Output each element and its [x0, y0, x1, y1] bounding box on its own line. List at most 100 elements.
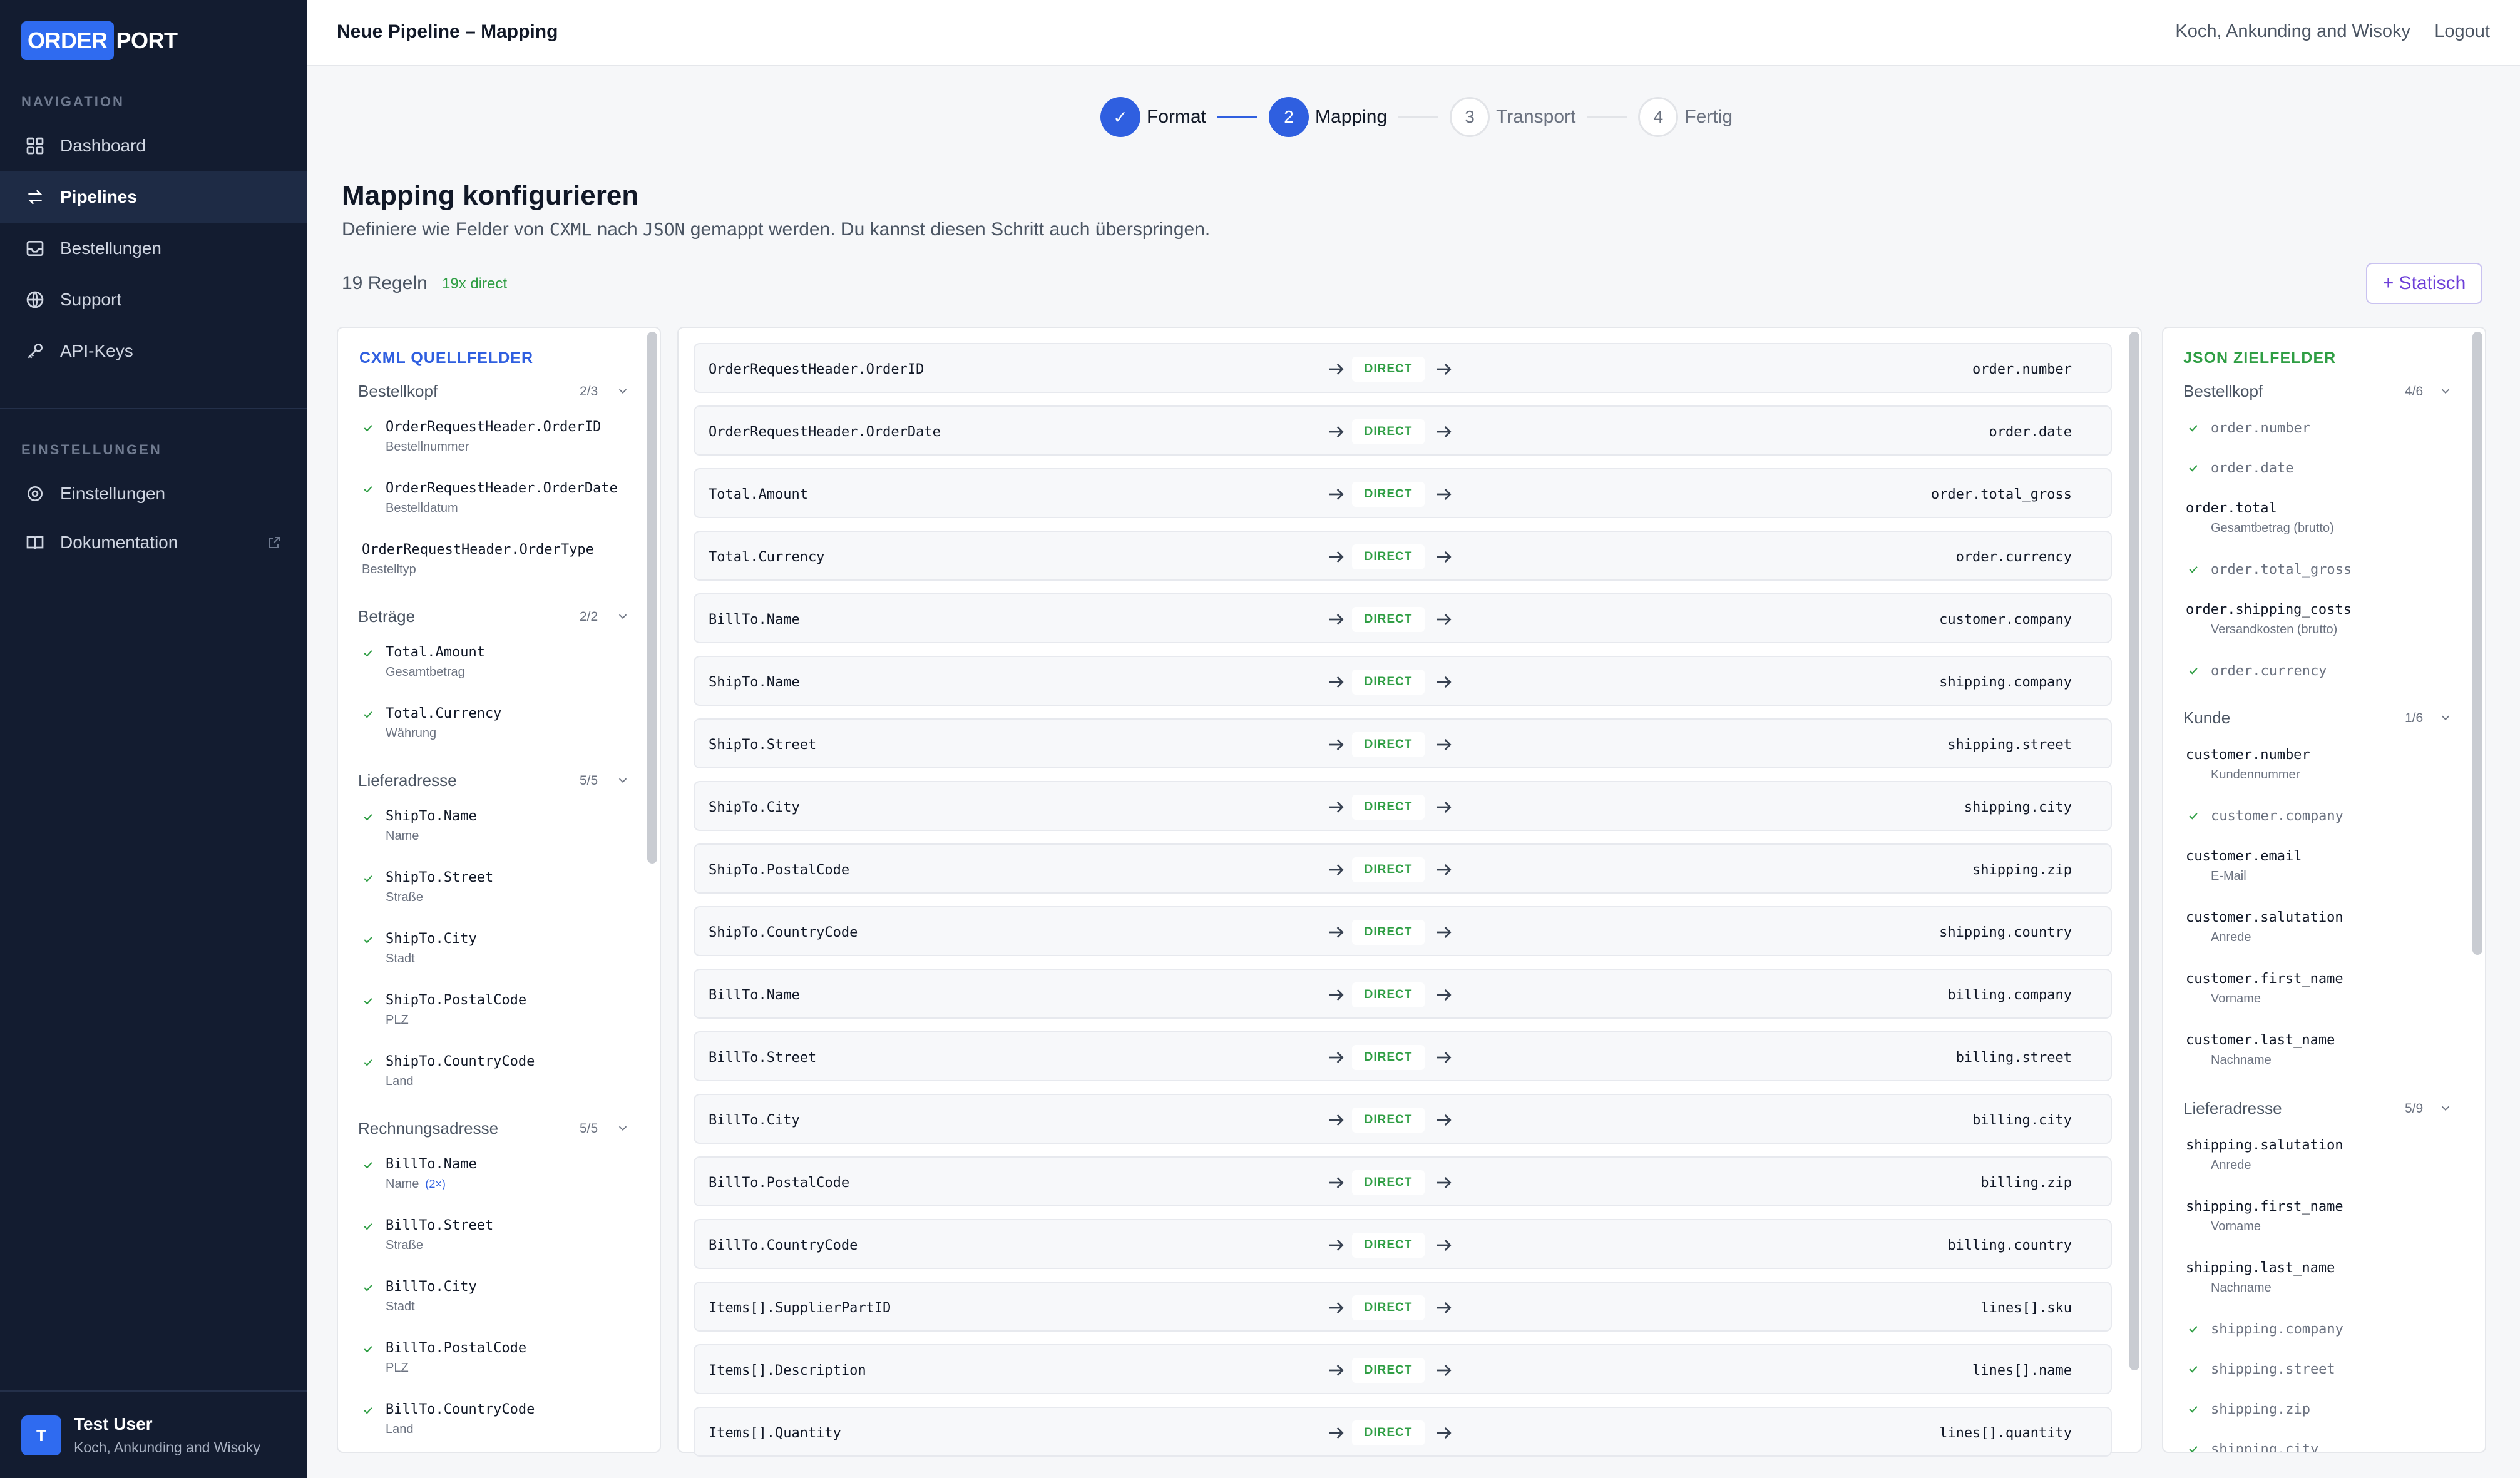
target-field[interactable]: customer.email E-Mail — [2186, 849, 2302, 884]
target-field[interactable]: customer.first_name Vorname — [2186, 971, 2343, 1006]
source-group-lieferadresse[interactable]: Lieferadresse 5/5 — [358, 771, 660, 790]
target-scrollbar[interactable] — [2472, 332, 2482, 955]
mapping-type-badge[interactable]: DIRECT — [1352, 419, 1425, 444]
mapping-row[interactable]: OrderRequestHeader.OrderDate DIRECT order.… — [694, 405, 2112, 456]
source-field[interactable]: BillTo.CountryCode Land — [364, 1402, 535, 1437]
source-group-betr-ge[interactable]: Beträge 2/2 — [358, 607, 660, 626]
target-field[interactable]: order.number — [2189, 420, 2310, 436]
step-transport[interactable]: 3 Transport — [1450, 97, 1575, 137]
mapping-type-badge[interactable]: DIRECT — [1352, 1045, 1425, 1070]
target-field[interactable]: shipping.street — [2189, 1362, 2335, 1377]
mapping-type-badge[interactable]: DIRECT — [1352, 795, 1425, 820]
target-group-lieferadresse[interactable]: Lieferadresse 5/9 — [2183, 1099, 2485, 1118]
source-field[interactable]: BillTo.Street Straße — [364, 1218, 493, 1253]
sidebar-item-dokumentation[interactable]: Dokumentation — [0, 517, 307, 568]
mapping-row[interactable]: BillTo.Name DIRECT customer.company — [694, 593, 2112, 643]
step-mapping[interactable]: 2 Mapping — [1269, 97, 1387, 137]
source-field[interactable]: ShipTo.Name Name — [364, 808, 477, 843]
source-group-rechnungsadresse[interactable]: Rechnungsadresse 5/5 — [358, 1119, 660, 1138]
field-description: Straße — [386, 1238, 424, 1252]
mapping-row[interactable]: BillTo.PostalCode DIRECT billing.zip — [694, 1156, 2112, 1206]
logout-link[interactable]: Logout — [2434, 21, 2490, 42]
target-group-bestellkopf[interactable]: Bestellkopf 4/6 — [2183, 382, 2485, 401]
target-field[interactable]: customer.number Kundennummer — [2186, 747, 2310, 782]
mapping-type-badge[interactable]: DIRECT — [1352, 1420, 1425, 1445]
source-field[interactable]: OrderRequestHeader.OrderID Bestellnummer — [364, 419, 601, 454]
mapping-type-badge[interactable]: DIRECT — [1352, 1295, 1425, 1320]
target-field[interactable]: shipping.company — [2189, 1322, 2343, 1337]
source-field[interactable]: Total.Currency Währung — [364, 706, 501, 741]
section-description: Definiere wie Felder von CXML nach JSON … — [342, 219, 1211, 240]
target-field[interactable]: order.total_gross — [2189, 562, 2352, 578]
target-field[interactable]: shipping.last_name Nachname — [2186, 1260, 2335, 1295]
source-field[interactable]: BillTo.City Stadt — [364, 1279, 477, 1314]
mapping-type-badge[interactable]: DIRECT — [1352, 357, 1425, 382]
step-fertig[interactable]: 4 Fertig — [1638, 97, 1733, 137]
source-field[interactable]: BillTo.PostalCode PLZ — [364, 1340, 526, 1375]
target-path: order.total_gross — [1930, 487, 2072, 502]
target-field[interactable]: shipping.zip — [2189, 1402, 2310, 1417]
mapping-type-badge[interactable]: DIRECT — [1352, 1358, 1425, 1383]
source-field[interactable]: ShipTo.PostalCode PLZ — [364, 992, 526, 1027]
sidebar-item-bestellungen[interactable]: Bestellungen — [0, 223, 307, 274]
mapping-row[interactable]: ShipTo.Name DIRECT shipping.company — [694, 656, 2112, 706]
target-field[interactable]: order.total Gesamtbetrag (brutto) — [2186, 501, 2334, 536]
mapping-row[interactable]: Total.Amount DIRECT order.total_gross — [694, 468, 2112, 518]
mapping-type-badge[interactable]: DIRECT — [1352, 1170, 1425, 1195]
mapping-row[interactable]: OrderRequestHeader.OrderID DIRECT order.nu… — [694, 343, 2112, 393]
mapping-row[interactable]: BillTo.Street DIRECT billing.street — [694, 1031, 2112, 1081]
mapping-row[interactable]: ShipTo.City DIRECT shipping.city — [694, 781, 2112, 831]
mapping-type-badge[interactable]: DIRECT — [1352, 920, 1425, 945]
mapping-type-badge[interactable]: DIRECT — [1352, 732, 1425, 757]
source-field[interactable]: ShipTo.CountryCode Land — [364, 1054, 535, 1089]
target-field[interactable]: customer.last_name Nachname — [2186, 1032, 2335, 1068]
sidebar-item-dashboard[interactable]: Dashboard — [0, 120, 307, 171]
mapping-row[interactable]: ShipTo.Street DIRECT shipping.street — [694, 718, 2112, 768]
mapping-type-badge[interactable]: DIRECT — [1352, 607, 1425, 632]
source-field[interactable]: OrderRequestHeader.OrderType Bestelltyp — [362, 542, 594, 577]
sidebar-item-pipelines[interactable]: Pipelines — [0, 171, 307, 223]
source-group-bestellkopf[interactable]: Bestellkopf 2/3 — [358, 382, 660, 401]
target-field[interactable]: order.shipping_costs Versandkosten (brutt… — [2186, 602, 2352, 637]
target-field[interactable]: shipping.salutation Anrede — [2186, 1138, 2343, 1173]
mapping-row[interactable]: BillTo.City DIRECT billing.city — [694, 1094, 2112, 1144]
mapping-type-badge[interactable]: DIRECT — [1352, 1108, 1425, 1133]
target-field[interactable]: shipping.first_name Vorname — [2186, 1199, 2343, 1234]
target-field[interactable]: customer.salutation Anrede — [2186, 910, 2343, 945]
target-field[interactable]: customer.company — [2189, 808, 2343, 824]
mapping-scrollbar[interactable] — [2129, 332, 2139, 1370]
mapping-row[interactable]: BillTo.CountryCode DIRECT billing.country — [694, 1219, 2112, 1269]
user-card[interactable]: T Test User Koch, Ankunding and Wisoky — [0, 1390, 307, 1478]
target-group-kunde[interactable]: Kunde 1/6 — [2183, 708, 2485, 728]
target-field[interactable]: shipping.city — [2189, 1442, 2318, 1452]
company-name[interactable]: Koch, Ankunding and Wisoky — [2175, 21, 2410, 42]
mapping-type-badge[interactable]: DIRECT — [1352, 544, 1425, 569]
target-field[interactable]: order.date — [2189, 461, 2293, 476]
mapping-row[interactable]: Items[].SupplierPartID DIRECT lines[].sku — [694, 1282, 2112, 1332]
add-static-button[interactable]: + Statisch — [2366, 263, 2482, 304]
source-field[interactable]: ShipTo.City Stadt — [364, 931, 477, 966]
mapping-type-badge[interactable]: DIRECT — [1352, 857, 1425, 882]
source-field[interactable]: ShipTo.Street Straße — [364, 870, 493, 905]
target-path: shipping.country — [1939, 925, 2072, 940]
mapping-type-badge[interactable]: DIRECT — [1352, 670, 1425, 695]
sidebar-item-api-keys[interactable]: API-Keys — [0, 325, 307, 377]
sidebar-item-einstellungen[interactable]: Einstellungen — [0, 468, 307, 519]
mapping-row[interactable]: ShipTo.CountryCode DIRECT shipping.country — [694, 906, 2112, 956]
mapping-row[interactable]: Items[].Quantity DIRECT lines[].quantity — [694, 1407, 2112, 1457]
target-field[interactable]: order.currency — [2189, 663, 2327, 679]
mapping-row[interactable]: BillTo.Name DIRECT billing.company — [694, 969, 2112, 1019]
source-field[interactable]: Total.Amount Gesamtbetrag — [364, 645, 485, 680]
source-field[interactable]: BillTo.Name Name (2×) — [364, 1156, 477, 1191]
source-field[interactable]: OrderRequestHeader.OrderDate Bestelldatum — [364, 481, 618, 516]
orderport-logo[interactable]: ORDER PORT — [21, 21, 178, 60]
sidebar-item-support[interactable]: Support — [0, 274, 307, 325]
mapping-row[interactable]: Total.Currency DIRECT order.currency — [694, 531, 2112, 581]
mapping-type-badge[interactable]: DIRECT — [1352, 482, 1425, 507]
step-format[interactable]: ✓ Format — [1100, 97, 1206, 137]
mapping-type-badge[interactable]: DIRECT — [1352, 1233, 1425, 1258]
field-description: Vorname — [2211, 992, 2261, 1006]
mapping-row[interactable]: Items[].Description DIRECT lines[].name — [694, 1344, 2112, 1394]
mapping-row[interactable]: ShipTo.PostalCode DIRECT shipping.zip — [694, 843, 2112, 894]
mapping-type-badge[interactable]: DIRECT — [1352, 982, 1425, 1007]
